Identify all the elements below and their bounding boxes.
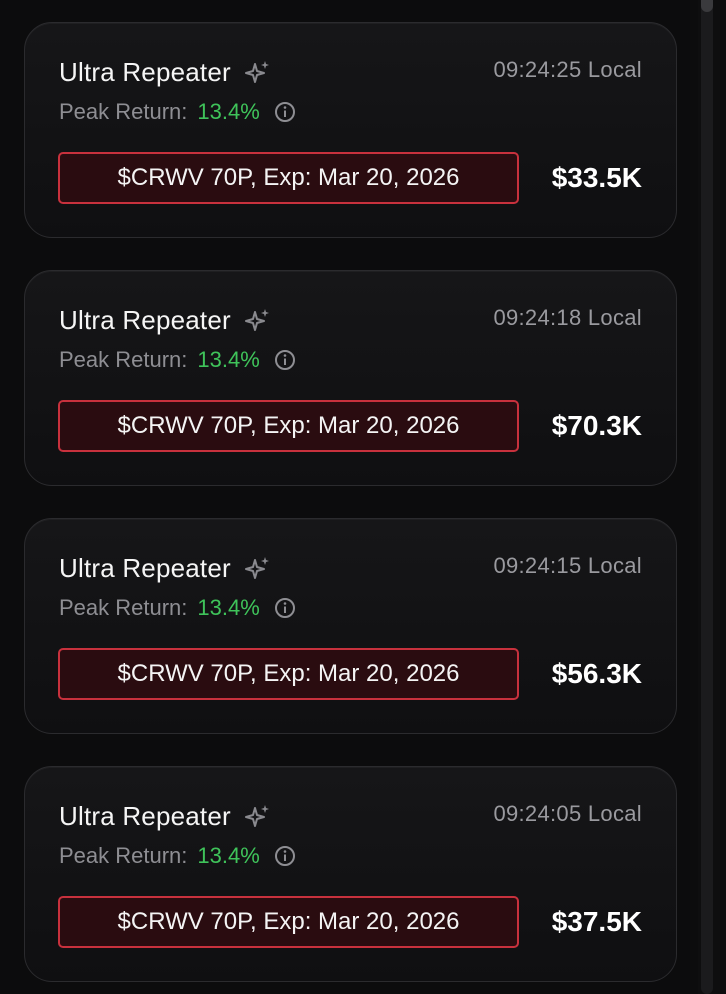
scrollbar-track (701, 0, 713, 994)
alert-title: Ultra Repeater (59, 801, 231, 831)
contract-button[interactable]: $CRWV 70P, Exp: Mar 20, 2026 (58, 152, 519, 204)
sparkles-icon (244, 60, 269, 83)
alert-time: 09:24:15 Local (493, 553, 642, 578)
alert-amount: $37.5K (551, 906, 642, 937)
alert-time: 09:24:05 Local (493, 801, 642, 826)
info-icon[interactable] (274, 101, 296, 123)
peak-return-label: Peak Return: (59, 347, 188, 372)
info-icon[interactable] (274, 845, 296, 867)
alert-card[interactable]: Ultra Repeater 09:24:25 Local Peak Retur… (24, 22, 677, 238)
card-title-row: Ultra Repeater (59, 57, 273, 88)
card-title-row: Ultra Repeater (59, 801, 273, 832)
alert-card[interactable]: Ultra Repeater 09:24:15 Local Peak Retur… (24, 518, 677, 734)
card-title-row: Ultra Repeater (59, 305, 273, 336)
alert-card[interactable]: Ultra Repeater 09:24:05 Local Peak Retur… (24, 766, 677, 982)
info-icon[interactable] (274, 349, 296, 371)
alerts-feed: Ultra Repeater 09:24:25 Local Peak Retur… (24, 22, 677, 994)
peak-return-label: Peak Return: (59, 595, 188, 620)
peak-return: Peak Return: 13.4% (59, 595, 296, 621)
alert-title: Ultra Repeater (59, 57, 231, 87)
alert-card[interactable]: Ultra Repeater 09:24:18 Local Peak Retur… (24, 270, 677, 486)
peak-return: Peak Return: 13.4% (59, 843, 296, 869)
alert-amount: $70.3K (551, 410, 642, 441)
peak-return: Peak Return: 13.4% (59, 347, 296, 373)
alerts-page: Ultra Repeater 09:24:25 Local Peak Retur… (0, 0, 726, 994)
peak-return-value: 13.4% (197, 347, 260, 372)
alert-title: Ultra Repeater (59, 305, 231, 335)
sparkles-icon (244, 556, 269, 579)
peak-return: Peak Return: 13.4% (59, 99, 296, 125)
contract-button[interactable]: $CRWV 70P, Exp: Mar 20, 2026 (58, 648, 519, 700)
scrollbar[interactable] (698, 0, 720, 994)
peak-return-label: Peak Return: (59, 843, 188, 868)
sparkles-icon (244, 308, 269, 331)
alert-amount: $33.5K (551, 162, 642, 193)
alert-time: 09:24:25 Local (493, 57, 642, 82)
peak-return-value: 13.4% (197, 595, 260, 620)
scrollbar-thumb[interactable] (701, 0, 713, 12)
contract-button[interactable]: $CRWV 70P, Exp: Mar 20, 2026 (58, 896, 519, 948)
contract-button[interactable]: $CRWV 70P, Exp: Mar 20, 2026 (58, 400, 519, 452)
alert-amount: $56.3K (551, 658, 642, 689)
alert-title: Ultra Repeater (59, 553, 231, 583)
peak-return-value: 13.4% (197, 99, 260, 124)
peak-return-value: 13.4% (197, 843, 260, 868)
info-icon[interactable] (274, 597, 296, 619)
sparkles-icon (244, 804, 269, 827)
peak-return-label: Peak Return: (59, 99, 188, 124)
card-title-row: Ultra Repeater (59, 553, 273, 584)
alert-time: 09:24:18 Local (493, 305, 642, 330)
